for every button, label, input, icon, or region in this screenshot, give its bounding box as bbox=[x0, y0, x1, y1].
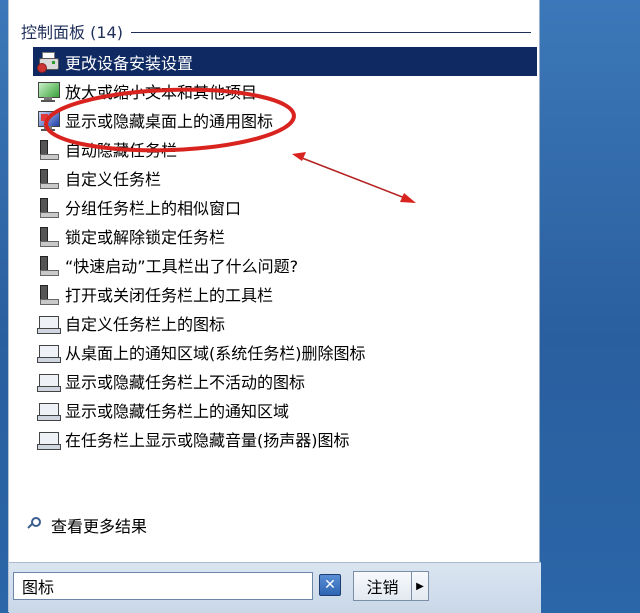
notification-area-icon bbox=[37, 428, 61, 450]
display-icon bbox=[37, 109, 60, 131]
display-icon bbox=[37, 80, 60, 102]
section-header: 控制面板 (14) bbox=[21, 18, 531, 44]
result-item[interactable]: 显示或隐藏任务栏上的通知区域 bbox=[33, 395, 537, 424]
result-item[interactable]: 显示或隐藏桌面上的通用图标 bbox=[33, 105, 537, 134]
power-options-arrow-button[interactable]: ▶ bbox=[411, 571, 429, 601]
result-item[interactable]: 更改设备安装设置 bbox=[33, 47, 537, 76]
result-item[interactable]: 从桌面上的通知区域(系统任务栏)删除图标 bbox=[33, 337, 537, 366]
result-item[interactable]: 自动隐藏任务栏 bbox=[33, 134, 537, 163]
result-label: 显示或隐藏桌面上的通用图标 bbox=[65, 111, 274, 131]
notification-area-icon bbox=[37, 370, 61, 392]
notification-area-icon bbox=[37, 399, 61, 421]
result-label: 分组任务栏上的相似窗口 bbox=[65, 198, 242, 218]
search-icon bbox=[27, 516, 45, 534]
taskbar-icon bbox=[37, 167, 59, 189]
result-item[interactable]: 放大或缩小文本和其他项目 bbox=[33, 76, 537, 105]
result-item[interactable]: 显示或隐藏任务栏上不活动的图标 bbox=[33, 366, 537, 395]
result-label: 放大或缩小文本和其他项目 bbox=[65, 82, 258, 102]
result-item[interactable]: 打开或关闭任务栏上的工具栏 bbox=[33, 279, 537, 308]
result-item[interactable]: “快速启动”工具栏出了什么问题? bbox=[33, 250, 537, 279]
start-menu: 控制面板 (14) 更改设备安装设置 放大或缩小文本和其他项目 显示或隐藏桌面上… bbox=[8, 0, 541, 613]
result-label: 锁定或解除锁定任务栏 bbox=[65, 227, 226, 247]
taskbar-icon bbox=[37, 196, 59, 218]
result-label: 显示或隐藏任务栏上不活动的图标 bbox=[65, 372, 306, 392]
result-item[interactable]: 自定义任务栏 bbox=[33, 163, 537, 192]
result-label: 在任务栏上显示或隐藏音量(扬声器)图标 bbox=[65, 430, 350, 450]
clear-search-button[interactable]: ✕ bbox=[319, 574, 341, 596]
result-item[interactable]: 在任务栏上显示或隐藏音量(扬声器)图标 bbox=[33, 424, 537, 453]
notification-area-icon bbox=[37, 312, 61, 334]
result-item[interactable]: 锁定或解除锁定任务栏 bbox=[33, 221, 537, 250]
device-settings-icon bbox=[37, 51, 59, 73]
result-label: 自定义任务栏 bbox=[65, 169, 162, 189]
result-label: 自动隐藏任务栏 bbox=[65, 140, 178, 160]
logoff-button[interactable]: 注销 bbox=[353, 571, 411, 601]
result-label: 打开或关闭任务栏上的工具栏 bbox=[65, 285, 274, 305]
result-label: 从桌面上的通知区域(系统任务栏)删除图标 bbox=[65, 343, 366, 363]
section-title: 控制面板 (14) bbox=[21, 23, 123, 42]
result-item[interactable]: 自定义任务栏上的图标 bbox=[33, 308, 537, 337]
result-label: 更改设备安装设置 bbox=[65, 53, 194, 73]
notification-area-icon bbox=[37, 341, 61, 363]
result-label: “快速启动”工具栏出了什么问题? bbox=[65, 256, 299, 276]
start-menu-footer: ✕ 注销 ▶ bbox=[9, 562, 541, 613]
taskbar-icon bbox=[37, 138, 59, 160]
results-list: 更改设备安装设置 放大或缩小文本和其他项目 显示或隐藏桌面上的通用图标 自动隐藏… bbox=[33, 47, 537, 453]
taskbar-icon bbox=[37, 254, 59, 276]
see-more-results-link[interactable]: 查看更多结果 bbox=[27, 513, 147, 537]
section-divider bbox=[130, 31, 531, 33]
see-more-results-label: 查看更多结果 bbox=[51, 517, 148, 536]
taskbar-icon bbox=[37, 283, 59, 305]
result-label: 显示或隐藏任务栏上的通知区域 bbox=[65, 401, 290, 421]
result-label: 自定义任务栏上的图标 bbox=[65, 314, 226, 334]
result-item[interactable]: 分组任务栏上的相似窗口 bbox=[33, 192, 537, 221]
search-box[interactable] bbox=[13, 572, 313, 600]
taskbar-icon bbox=[37, 225, 59, 247]
search-input[interactable] bbox=[14, 573, 312, 599]
